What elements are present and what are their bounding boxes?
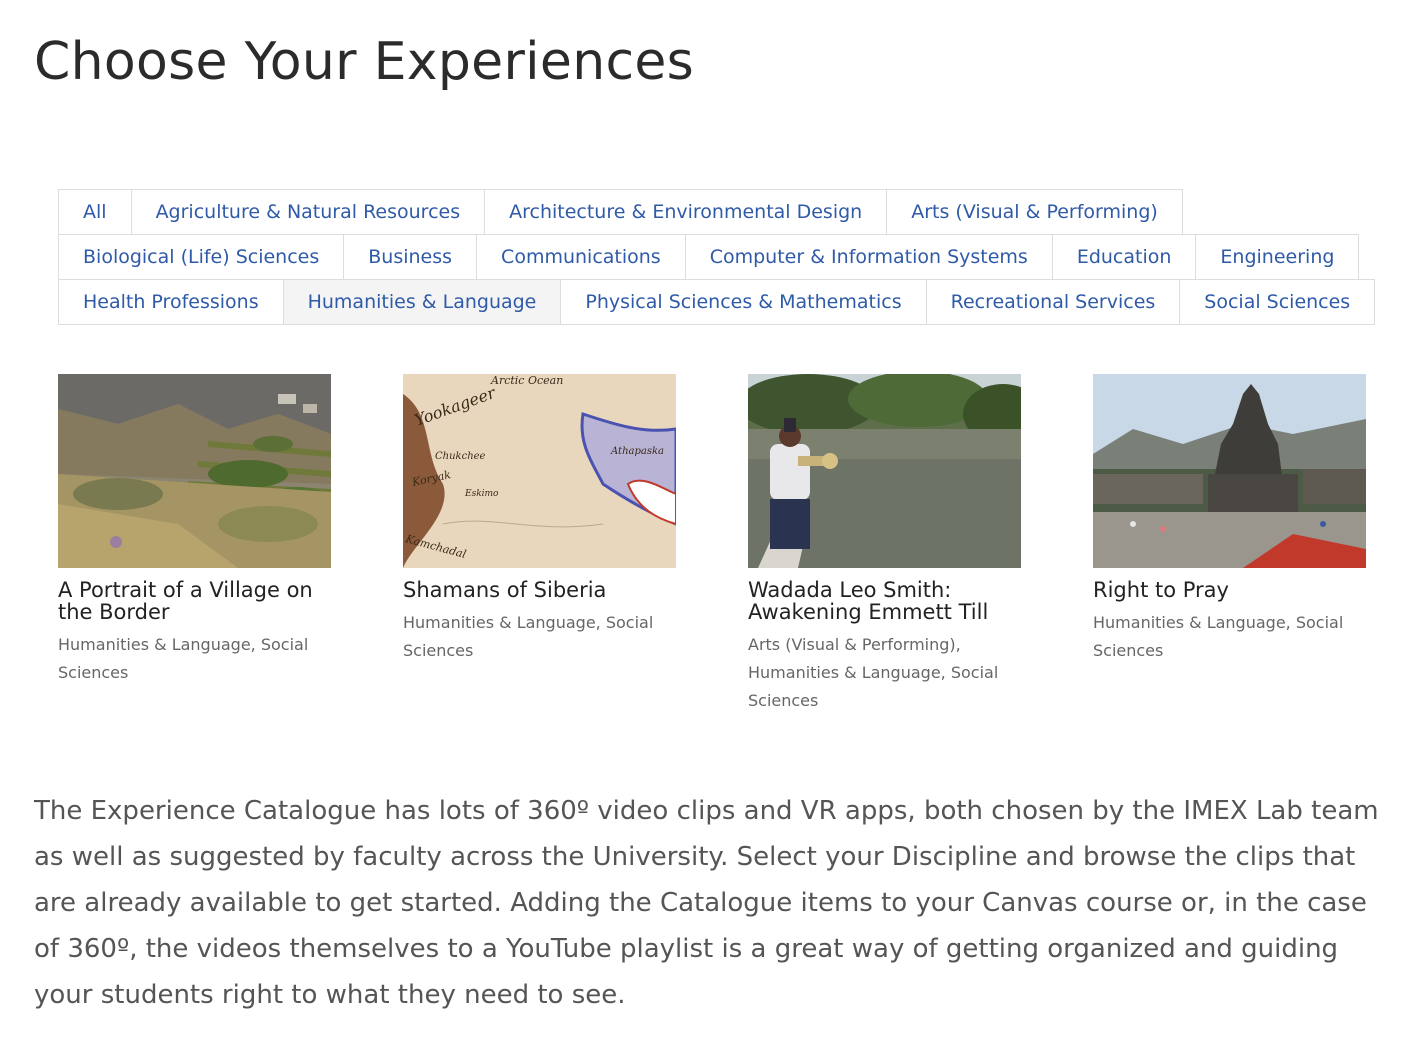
filter-tab-health-professions[interactable]: Health Professions (58, 279, 284, 325)
filter-tab-physical-sciences[interactable]: Physical Sciences & Mathematics (560, 279, 927, 325)
discipline-filter-bar: All Agriculture & Natural Resources Arch… (58, 189, 1376, 325)
map-label-eskimo: Eskimo (464, 489, 499, 499)
card-tags: Humanities & Language, Social Sciences (58, 635, 309, 682)
filter-tab-business[interactable]: Business (343, 234, 478, 280)
filter-tab-all[interactable]: All (58, 189, 132, 235)
filter-row: Biological (Life) Sciences Business Comm… (58, 234, 1374, 280)
experience-card-grid: A Portrait of a Village on the Border Hu… (58, 374, 1366, 715)
card-title[interactable]: Right to Pray (1093, 579, 1366, 601)
filter-tab-biological-sciences[interactable]: Biological (Life) Sciences (58, 234, 345, 280)
card-tags: Humanities & Language, Social Sciences (403, 613, 654, 660)
filter-tab-social-sciences[interactable]: Social Sciences (1179, 279, 1376, 325)
filter-tab-humanities-language[interactable]: Humanities & Language (282, 279, 562, 325)
card-thumbnail-map[interactable]: Arctic Ocean Yookageer Chukchee Koryak E… (403, 374, 676, 568)
filter-row: All Agriculture & Natural Resources Arch… (58, 189, 1374, 235)
experience-card: A Portrait of a Village on the Border Hu… (58, 374, 331, 715)
card-thumbnail-temple[interactable] (1093, 374, 1366, 568)
card-tags: Arts (Visual & Performing), Humanities &… (748, 635, 999, 710)
experience-card: Right to Pray Humanities & Language, Soc… (1093, 374, 1366, 715)
filter-tab-education[interactable]: Education (1051, 234, 1197, 280)
filter-tab-computer-information-systems[interactable]: Computer & Information Systems (684, 234, 1053, 280)
catalogue-description: The Experience Catalogue has lots of 360… (34, 796, 1379, 1010)
map-label-chukchee: Chukchee (435, 451, 486, 462)
filter-row: Health Professions Humanities & Language… (58, 279, 1376, 325)
card-title[interactable]: Wadada Leo Smith: Awakening Emmett Till (748, 579, 1021, 623)
filter-tab-agriculture[interactable]: Agriculture & Natural Resources (130, 189, 486, 235)
card-thumbnail-trumpeter[interactable] (748, 374, 1021, 568)
page-title: Choose Your Experiences (34, 32, 695, 92)
card-thumbnail-village[interactable] (58, 374, 331, 568)
experience-card: Arctic Ocean Yookageer Chukchee Koryak E… (403, 374, 676, 715)
filter-tab-engineering[interactable]: Engineering (1195, 234, 1360, 280)
card-title[interactable]: A Portrait of a Village on the Border (58, 579, 331, 623)
map-label-arctic-ocean: Arctic Ocean (490, 374, 563, 387)
filter-tab-arts[interactable]: Arts (Visual & Performing) (886, 189, 1183, 235)
filter-tab-communications[interactable]: Communications (476, 234, 686, 280)
card-title[interactable]: Shamans of Siberia (403, 579, 676, 601)
map-label-athapaska: Athapaska (610, 446, 664, 457)
experience-card: Wadada Leo Smith: Awakening Emmett Till … (748, 374, 1021, 715)
filter-tab-architecture[interactable]: Architecture & Environmental Design (484, 189, 888, 235)
card-tags: Humanities & Language, Social Sciences (1093, 613, 1344, 660)
filter-tab-recreational-services[interactable]: Recreational Services (925, 279, 1181, 325)
